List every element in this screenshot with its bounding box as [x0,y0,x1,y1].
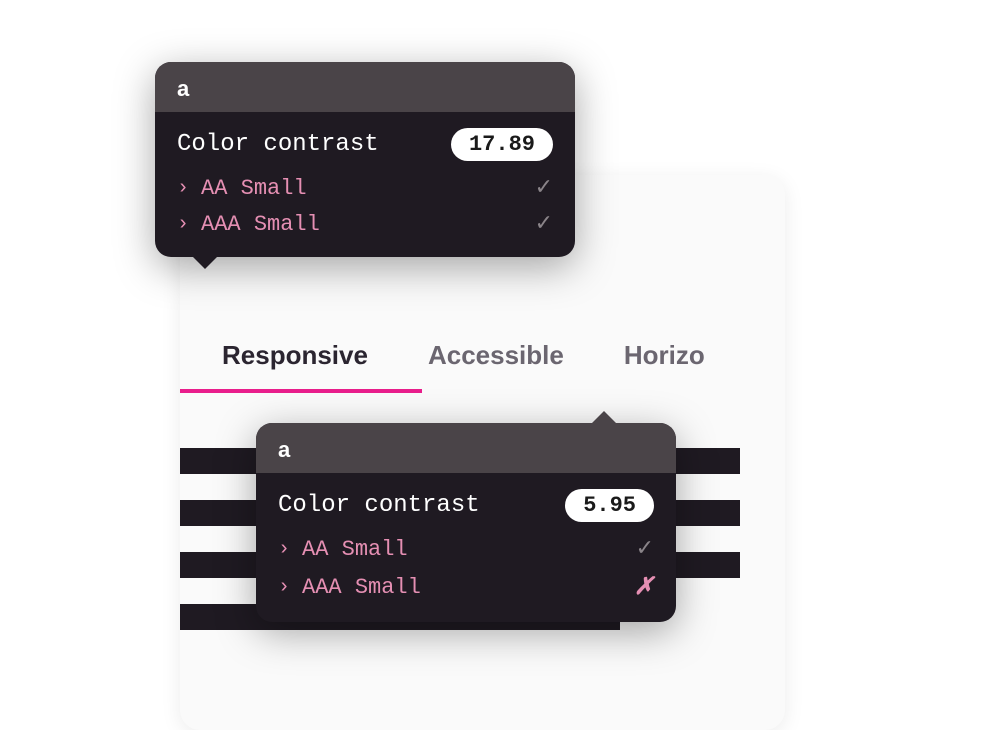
tooltip-title: Color contrast [278,492,480,519]
tooltip-arrow-icon [592,411,616,423]
criterion-label: AAA Small [302,575,421,600]
tooltip-title-row: Color contrast 5.95 [278,489,654,522]
check-icon: ✓ [535,211,553,237]
contrast-tooltip: a Color contrast 5.95 › AA Small ✓ › AAA… [256,423,676,622]
criterion-label: AAA Small [201,212,320,237]
criterion-label: AA Small [302,537,408,562]
check-icon: ✓ [636,536,654,562]
check-icon: ✓ [535,175,553,201]
contrast-criterion-row: › AAA Small ✓ [177,211,553,237]
fail-icon: ✗ [634,572,654,602]
tooltip-header: a [256,423,676,473]
contrast-criterion-row: › AA Small ✓ [278,536,654,562]
tooltip-arrow-icon [193,257,217,269]
contrast-tooltip: a Color contrast 17.89 › AA Small ✓ › AA… [155,62,575,257]
tooltip-title: Color contrast [177,131,379,158]
contrast-criterion-row: › AA Small ✓ [177,175,553,201]
tooltip-body: Color contrast 5.95 › AA Small ✓ › AAA S… [256,473,676,622]
tooltip-header: a [155,62,575,112]
criterion-label: AA Small [201,176,307,201]
contrast-ratio-badge: 5.95 [565,489,654,522]
contrast-criterion-row: › AAA Small ✗ [278,572,654,602]
contrast-ratio-badge: 17.89 [451,128,553,161]
chevron-right-icon: › [278,538,290,561]
chevron-right-icon: › [278,576,290,599]
chevron-right-icon: › [177,213,189,236]
tooltip-title-row: Color contrast 17.89 [177,128,553,161]
tooltip-body: Color contrast 17.89 › AA Small ✓ › AAA … [155,112,575,257]
chevron-right-icon: › [177,177,189,200]
tab-horizontal[interactable]: Horizo [624,340,705,389]
tab-accessible[interactable]: Accessible [428,340,564,389]
tab-responsive[interactable]: Responsive [222,340,368,389]
